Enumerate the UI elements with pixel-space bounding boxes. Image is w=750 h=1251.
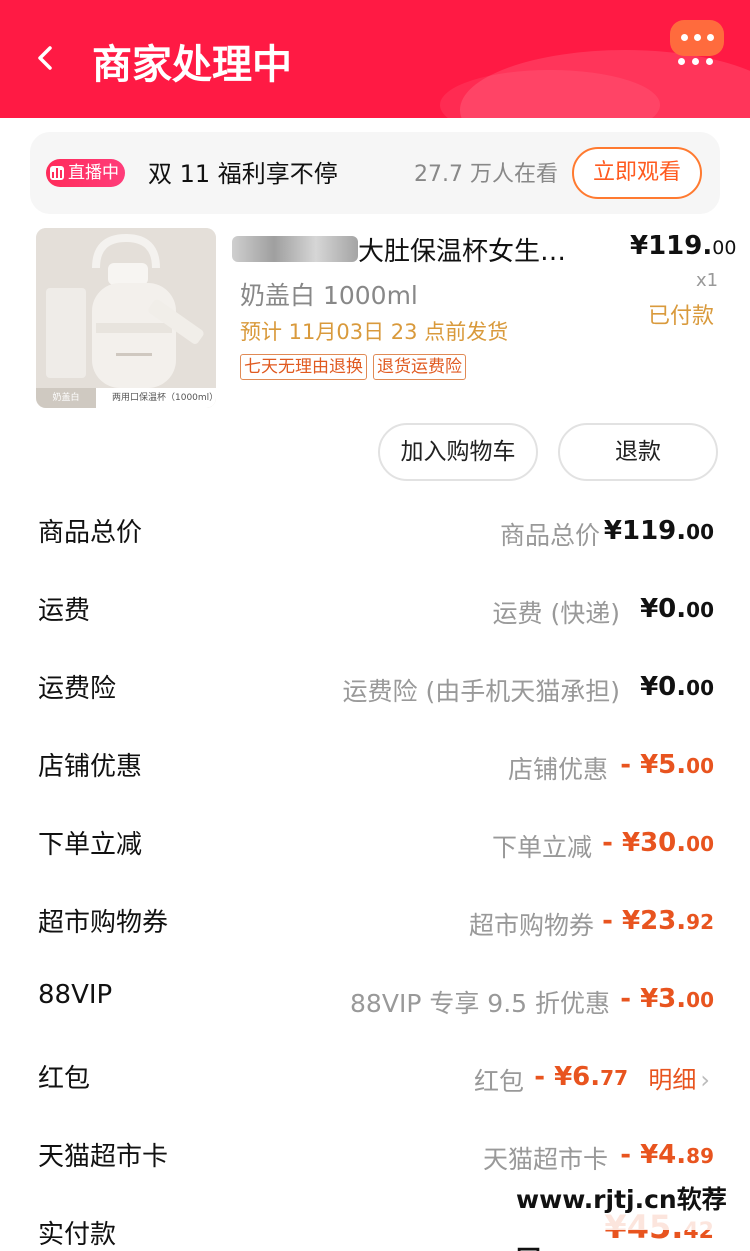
fee-desc: 88VIP 专享 9.5 折优惠 <box>350 989 610 1018</box>
fee-row: 商品总价 商品总价 ¥119.00 <box>0 496 750 574</box>
fee-row: 运费 运费 (快递) ¥0.00 <box>0 574 750 652</box>
chevron-left-icon <box>38 46 52 70</box>
page-title: 商家处理中 <box>92 42 292 88</box>
header-bar: 商家处理中 <box>0 0 750 118</box>
fee-label: 超市购物券 <box>38 908 169 938</box>
fee-amount: - ¥4.89 <box>620 1140 714 1170</box>
live-badge-label: 直播中 <box>68 163 119 183</box>
fee-label: 下单立减 <box>38 830 143 860</box>
fee-label: 运费 <box>38 596 91 626</box>
chevron-right-icon: › <box>700 1066 710 1094</box>
live-viewers: 27.7 万人在看 <box>414 162 558 187</box>
fee-label: 店铺优惠 <box>38 752 143 782</box>
fee-row-red-packet[interactable]: 红包 红包 - ¥6.77 明细 › <box>0 1042 750 1120</box>
detail-link[interactable]: 明细 › <box>648 1060 710 1095</box>
fee-amount: - ¥30.00 <box>602 828 714 858</box>
fee-amount: ¥119.00 <box>603 516 714 546</box>
fee-row: 88VIP 88VIP 专享 9.5 折优惠 - ¥3.00 <box>0 964 750 1042</box>
total-label: 实付款 <box>38 1220 117 1250</box>
fee-list: 商品总价 商品总价 ¥119.00 运费 运费 (快递) ¥0.00 运费险 运… <box>0 496 750 1251</box>
fee-amount: - ¥6.77 <box>534 1062 628 1092</box>
watch-now-button[interactable]: 立即观看 <box>572 147 702 199</box>
service-tags: 七天无理由退换 退货运费险 <box>240 354 466 380</box>
product-name[interactable]: 大肚保温杯女生… <box>358 231 566 268</box>
live-badge: 直播中 <box>46 159 125 187</box>
fee-amount: - ¥23.92 <box>602 906 714 936</box>
fee-label: 88VIP <box>38 980 113 1010</box>
fee-amount: ¥0.00 <box>640 672 714 702</box>
fee-desc: 店铺优惠 <box>507 755 608 784</box>
product-quantity: x1 <box>696 270 719 291</box>
fee-desc: 红包 <box>473 1067 524 1096</box>
product-price: ¥119.00 <box>630 231 737 261</box>
order-card: 直播中 双 11 福利享不停 27.7 万人在看 立即观看 两用口保温杯（100… <box>0 118 750 1251</box>
fee-label: 红包 <box>38 1064 91 1094</box>
fee-desc: 运费 (快递) <box>492 599 620 628</box>
menu-dots-icon[interactable] <box>678 58 713 65</box>
image-tag: 奶盖白 <box>36 388 96 408</box>
fee-row: 运费险 运费险 (由手机天猫承担) ¥0.00 <box>0 652 750 730</box>
add-to-cart-button[interactable]: 加入购物车 <box>378 423 538 481</box>
service-tag: 退货运费险 <box>373 354 466 380</box>
fee-amount: - ¥5.00 <box>620 750 714 780</box>
payment-status: 已付款 <box>648 304 715 329</box>
thermos-cup-icon <box>36 228 216 408</box>
fee-amount: - ¥3.00 <box>620 984 714 1014</box>
blurred-shop-name <box>232 236 358 262</box>
more-button[interactable] <box>670 20 724 56</box>
fee-row: 超市购物券 超市购物券 - ¥23.92 <box>0 886 750 964</box>
fee-desc: 运费险 (由手机天猫承担) <box>342 677 620 706</box>
fee-desc: 超市购物券 <box>468 911 594 940</box>
live-bars-icon <box>50 166 64 180</box>
watermark: www.rjtj.cn软荐网 <box>508 1170 750 1251</box>
shipping-estimate: 预计 11月03日 23 点前发货 <box>240 320 509 344</box>
fee-desc: 商品总价 <box>499 521 600 550</box>
fee-label: 运费险 <box>38 674 117 704</box>
fee-row: 下单立减 下单立减 - ¥30.00 <box>0 808 750 886</box>
fee-amount: ¥0.00 <box>640 594 714 624</box>
refund-button[interactable]: 退款 <box>558 423 718 481</box>
service-tag: 七天无理由退换 <box>240 354 367 380</box>
more-dots-icon <box>681 34 714 41</box>
product-spec: 奶盖白 1000ml <box>240 281 418 310</box>
fee-row: 店铺优惠 店铺优惠 - ¥5.00 <box>0 730 750 808</box>
back-button[interactable] <box>28 38 64 78</box>
fee-label: 天猫超市卡 <box>38 1142 169 1172</box>
product-image[interactable]: 两用口保温杯（1000ml） 奶盖白 <box>36 228 216 408</box>
live-title: 双 11 福利享不停 <box>148 160 338 188</box>
fee-desc: 下单立减 <box>491 833 592 862</box>
live-banner[interactable]: 直播中 双 11 福利享不停 27.7 万人在看 立即观看 <box>30 132 720 214</box>
fee-label: 商品总价 <box>38 518 143 548</box>
